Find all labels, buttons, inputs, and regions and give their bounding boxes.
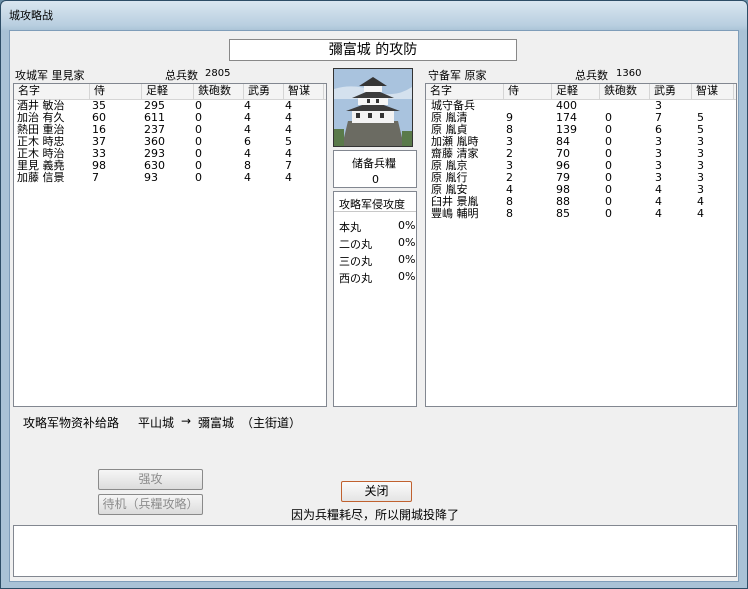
defense-cell-samurai: 8 [506, 207, 513, 220]
defense-row[interactable]: 豐嶋 輔明 8 85 0 4 4 [426, 208, 736, 220]
defense-cell-ashigaru: 85 [556, 207, 570, 220]
assault-button[interactable]: 强攻 [98, 469, 203, 490]
invasion-panel: 攻略军侵攻度 本丸 0% 二の丸 0% 三の丸 0% 西の丸 0% [333, 191, 417, 407]
invasion-area-percent: 0% [398, 236, 416, 249]
attack-col-name[interactable]: 名字 [14, 84, 90, 99]
invasion-row: 二の丸 0% [334, 236, 416, 251]
attack-col-samurai[interactable]: 侍 [90, 84, 142, 99]
attack-col-valor[interactable]: 武勇 [244, 84, 284, 99]
attack-list-header: 名字 侍 足軽 鉄砲数 武勇 智谋 [14, 84, 326, 100]
defense-row[interactable]: 城守备兵 400 3 [426, 100, 736, 112]
supply-route-to: 彌富城 [198, 416, 235, 430]
defense-total-label: 总兵数 [575, 69, 608, 82]
invasion-area-name: 西の丸 [339, 272, 372, 285]
close-button[interactable]: 关闭 [341, 481, 412, 502]
attack-cell-guns: 0 [195, 171, 202, 184]
defense-col-ashigaru[interactable]: 足軽 [552, 84, 600, 99]
attack-col-guns[interactable]: 鉄砲数 [194, 84, 244, 99]
invasion-label: 攻略军侵攻度 [339, 198, 405, 211]
siege-title: 彌富城 的攻防 [229, 39, 517, 61]
defense-row[interactable]: 原 胤清 9 174 0 7 5 [426, 112, 736, 124]
window-title: 城攻略战 [9, 9, 53, 22]
attack-cell-strategy: 4 [285, 171, 292, 184]
supply-route-from: 平山城 [138, 416, 175, 430]
attack-army-list[interactable]: 名字 侍 足軽 鉄砲数 武勇 智谋 酒井 敏治 35 295 0 4 4 加治 有久 60 61… [13, 83, 327, 407]
defense-cell-strategy: 4 [697, 207, 704, 220]
attack-total-value: 2805 [205, 68, 231, 79]
attack-total-label: 总兵数 [165, 69, 198, 82]
defense-col-guns[interactable]: 鉄砲数 [600, 84, 650, 99]
invasion-area-name: 本丸 [339, 221, 361, 234]
invasion-row: 西の丸 0% [334, 270, 416, 285]
defense-list-header: 名字 侍 足軽 鉄砲数 武勇 智谋 [426, 84, 736, 100]
status-message: 因为兵糧耗尽，所以開城投降了 [291, 508, 460, 522]
defense-col-strategy[interactable]: 智谋 [692, 84, 734, 99]
attack-cell-ashigaru: 93 [144, 171, 158, 184]
defense-army-label: 守备军 原家 [428, 69, 487, 82]
title-bar[interactable]: 城攻略战 [1, 1, 747, 27]
provisions-label: 储备兵糧 [352, 157, 396, 170]
attack-cell-name: 加藤 信景 [17, 171, 65, 184]
supply-route-road: （主街道） [241, 416, 302, 430]
invasion-area-percent: 0% [398, 270, 416, 283]
defense-cell-valor: 4 [655, 207, 662, 220]
invasion-area-name: 三の丸 [339, 255, 372, 268]
defense-cell-guns: 0 [605, 207, 612, 220]
attack-row[interactable]: 加藤 信景 7 93 0 4 4 [14, 172, 326, 184]
provisions-value: 0 [372, 173, 379, 186]
supply-route-label: 攻略军物资补给路 [23, 416, 120, 430]
invasion-row: 三の丸 0% [334, 253, 416, 268]
invasion-area-percent: 0% [398, 253, 416, 266]
attack-col-ashigaru[interactable]: 足軽 [142, 84, 194, 99]
castle-siege-window: 城攻略战 彌富城 的攻防 攻城军 里見家 总兵数 2805 守备军 原家 总兵数… [0, 0, 748, 589]
invasion-row: 本丸 0% [334, 219, 416, 234]
defense-col-name[interactable]: 名字 [426, 84, 504, 99]
attack-col-strategy[interactable]: 智谋 [284, 84, 324, 99]
defense-row[interactable]: 齋藤 清家 2 70 0 3 3 [426, 148, 736, 160]
defense-row[interactable]: 原 胤京 3 96 0 3 3 [426, 160, 736, 172]
defense-army-list[interactable]: 名字 侍 足軽 鉄砲数 武勇 智谋 城守备兵 400 3 原 胤清 9 174 0 7 5 原 胤… [425, 83, 737, 407]
defense-col-samurai[interactable]: 侍 [504, 84, 552, 99]
supply-route-arrow: → [181, 414, 192, 428]
invasion-area-name: 二の丸 [339, 238, 372, 251]
invasion-area-percent: 0% [398, 219, 416, 232]
attack-cell-samurai: 7 [92, 171, 99, 184]
castle-image [333, 68, 413, 147]
attack-army-label: 攻城军 里見家 [15, 69, 85, 82]
defense-total-value: 1360 [616, 68, 642, 79]
defense-col-valor[interactable]: 武勇 [650, 84, 692, 99]
wait-button[interactable]: 待机（兵糧攻略） [98, 494, 203, 515]
defense-row[interactable]: 原 胤行 2 79 0 3 3 [426, 172, 736, 184]
message-log-box [13, 525, 737, 577]
provisions-panel: 储备兵糧 0 [333, 150, 417, 188]
attack-cell-valor: 4 [244, 171, 251, 184]
defense-cell-name: 豐嶋 輔明 [431, 207, 479, 220]
